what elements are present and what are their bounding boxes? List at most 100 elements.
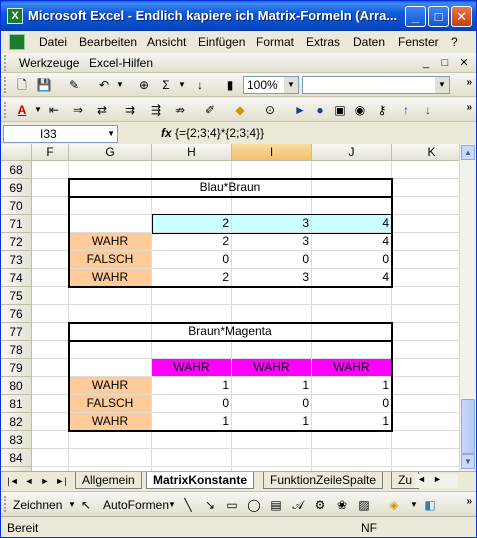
grid-cell[interactable] xyxy=(312,197,392,215)
chevron-down-icon[interactable]: ▼ xyxy=(435,77,449,93)
arrow-icon[interactable]: ↘ xyxy=(201,496,219,514)
sort-ascending-icon[interactable]: ↓ xyxy=(191,76,209,94)
autoshapes-menu-button[interactable]: AutoFormen xyxy=(103,498,169,512)
table2-value-cell[interactable]: 0 xyxy=(152,395,232,413)
menu-format[interactable]: Format xyxy=(256,35,294,49)
grid-cell[interactable] xyxy=(32,305,69,323)
toolbar-options-icon[interactable]: » xyxy=(466,102,472,113)
table2-header-cell[interactable]: WAHR xyxy=(312,359,392,377)
doc-restore-button[interactable]: □ xyxy=(438,56,452,70)
toolbar-grip[interactable] xyxy=(4,55,7,71)
select-pointer-icon[interactable]: ↖ xyxy=(77,496,95,514)
grid-cell[interactable] xyxy=(32,431,69,449)
grid-cell[interactable] xyxy=(152,305,232,323)
chevron-down-icon[interactable]: ▼ xyxy=(284,77,298,93)
table1-header-cell[interactable]: 4 xyxy=(312,215,392,233)
sheet-tab-allgemein[interactable]: Allgemein xyxy=(75,472,142,489)
row-header[interactable]: 79 xyxy=(1,359,32,377)
grid-cell[interactable] xyxy=(232,341,312,359)
menu-help[interactable]: ? xyxy=(451,35,458,49)
menu-extras[interactable]: Extras xyxy=(306,35,340,49)
table2-value-cell[interactable]: 0 xyxy=(312,395,392,413)
row-header[interactable]: 78 xyxy=(1,341,32,359)
table1-value-cell[interactable]: 4 xyxy=(312,269,392,287)
grid-cell[interactable] xyxy=(32,197,69,215)
grid-cell[interactable] xyxy=(32,359,69,377)
grid-cell[interactable] xyxy=(32,179,69,197)
menu-excel-hilfen[interactable]: Excel-Hilfen xyxy=(89,56,153,70)
table2-value-cell[interactable]: 1 xyxy=(232,413,312,431)
first-sheet-icon[interactable]: |◄ xyxy=(7,474,19,488)
undo-dropdown-icon[interactable]: ▼ xyxy=(111,76,129,94)
scroll-right-icon[interactable]: ► xyxy=(433,474,442,484)
table1-value-cell[interactable]: 2 xyxy=(152,233,232,251)
column-header-f[interactable]: F xyxy=(32,144,69,161)
arrow-right-icon[interactable]: ► xyxy=(291,101,309,119)
table2-value-cell[interactable]: 0 xyxy=(232,395,312,413)
table2-value-cell[interactable]: 1 xyxy=(152,377,232,395)
grid-cell[interactable] xyxy=(32,269,69,287)
save-icon[interactable]: 💾 xyxy=(35,76,53,94)
next-sheet-icon[interactable]: ► xyxy=(39,474,51,488)
menu-daten[interactable]: Daten xyxy=(353,35,385,49)
prev-sheet-icon[interactable]: ◄ xyxy=(23,474,35,488)
clipart-icon[interactable]: ❀ xyxy=(333,496,351,514)
grid-cell[interactable] xyxy=(69,359,152,377)
grid-cell[interactable] xyxy=(152,431,232,449)
row-header[interactable]: 76 xyxy=(1,305,32,323)
chart-wizard-icon[interactable]: ▮ xyxy=(221,76,239,94)
sheet-tab-matrixkonstante[interactable]: MatrixKonstante xyxy=(146,472,255,489)
sheet-tab-funktionzeilespalte[interactable]: FunktionZeileSpalte xyxy=(263,472,384,489)
row-header[interactable]: 72 xyxy=(1,233,32,251)
format-painter-icon[interactable]: ✎ xyxy=(65,76,83,94)
column-header-h[interactable]: H xyxy=(152,144,232,161)
column-header-i[interactable]: I xyxy=(232,144,312,161)
table1-header-cell[interactable]: 2 xyxy=(152,215,232,233)
table1-row-label[interactable]: WAHR xyxy=(69,269,152,287)
table1-value-cell[interactable]: 3 xyxy=(232,233,312,251)
row-header[interactable]: 73 xyxy=(1,251,32,269)
formula-input[interactable]: {={2;3;4}*{2;3;4}} xyxy=(175,126,264,140)
excel-app-icon[interactable]: X xyxy=(7,8,23,24)
grid-cell[interactable] xyxy=(152,341,232,359)
scroll-up-icon[interactable]: ▲ xyxy=(461,145,475,160)
table2-value-cell[interactable]: 1 xyxy=(232,377,312,395)
grid-cell[interactable] xyxy=(152,161,232,179)
row-header[interactable]: 71 xyxy=(1,215,32,233)
table1-value-cell[interactable]: 3 xyxy=(232,269,312,287)
watch-icon[interactable]: ▣ xyxy=(331,101,349,119)
menu-datei[interactable]: Datei xyxy=(39,35,67,49)
row-header[interactable]: 68 xyxy=(1,161,32,179)
grid-cell[interactable] xyxy=(32,395,69,413)
table2-value-cell[interactable]: 1 xyxy=(312,413,392,431)
grid-cell[interactable] xyxy=(32,215,69,233)
row-header[interactable]: 81 xyxy=(1,395,32,413)
row-header[interactable]: 77 xyxy=(1,323,32,341)
grid-cell[interactable] xyxy=(69,449,152,467)
row-header[interactable]: 84 xyxy=(1,449,32,467)
menu-ansicht[interactable]: Ansicht xyxy=(147,35,186,49)
toolbar-options-icon[interactable]: » xyxy=(466,496,472,507)
table1-row-label[interactable]: FALSCH xyxy=(69,251,152,269)
evaluate-formula-icon[interactable]: ⊙ xyxy=(261,101,279,119)
wordart-icon[interactable]: 𝒜 xyxy=(289,496,307,514)
horizontal-scrollbar[interactable]: ◄ ► xyxy=(415,474,458,488)
vertical-scrollbar[interactable]: ▲ ▼ xyxy=(459,144,476,471)
last-sheet-icon[interactable]: ►| xyxy=(55,474,67,488)
grid-cell[interactable] xyxy=(32,449,69,467)
trace-dependents-icon[interactable]: ⇄ xyxy=(93,101,111,119)
zoom-combo[interactable]: 100% ▼ xyxy=(243,76,299,94)
insert-row-icon[interactable]: ⇤ xyxy=(45,101,63,119)
table2-value-cell[interactable]: 1 xyxy=(312,377,392,395)
grid-cell[interactable] xyxy=(232,197,312,215)
table1-title[interactable]: Blau*Braun xyxy=(69,179,392,197)
table2-row-label[interactable]: WAHR xyxy=(69,377,152,395)
doc-minimize-button[interactable]: _ xyxy=(419,56,433,70)
table2-header-cell[interactable]: WAHR xyxy=(152,359,232,377)
arrow-up-icon[interactable]: ↑ xyxy=(397,101,415,119)
minimize-button[interactable]: _ xyxy=(405,6,426,27)
remove-all-arrows-icon[interactable]: ⇏ xyxy=(171,101,189,119)
grid-cell[interactable] xyxy=(32,323,69,341)
grid-cell[interactable] xyxy=(32,233,69,251)
toolbar-grip[interactable] xyxy=(4,496,7,512)
